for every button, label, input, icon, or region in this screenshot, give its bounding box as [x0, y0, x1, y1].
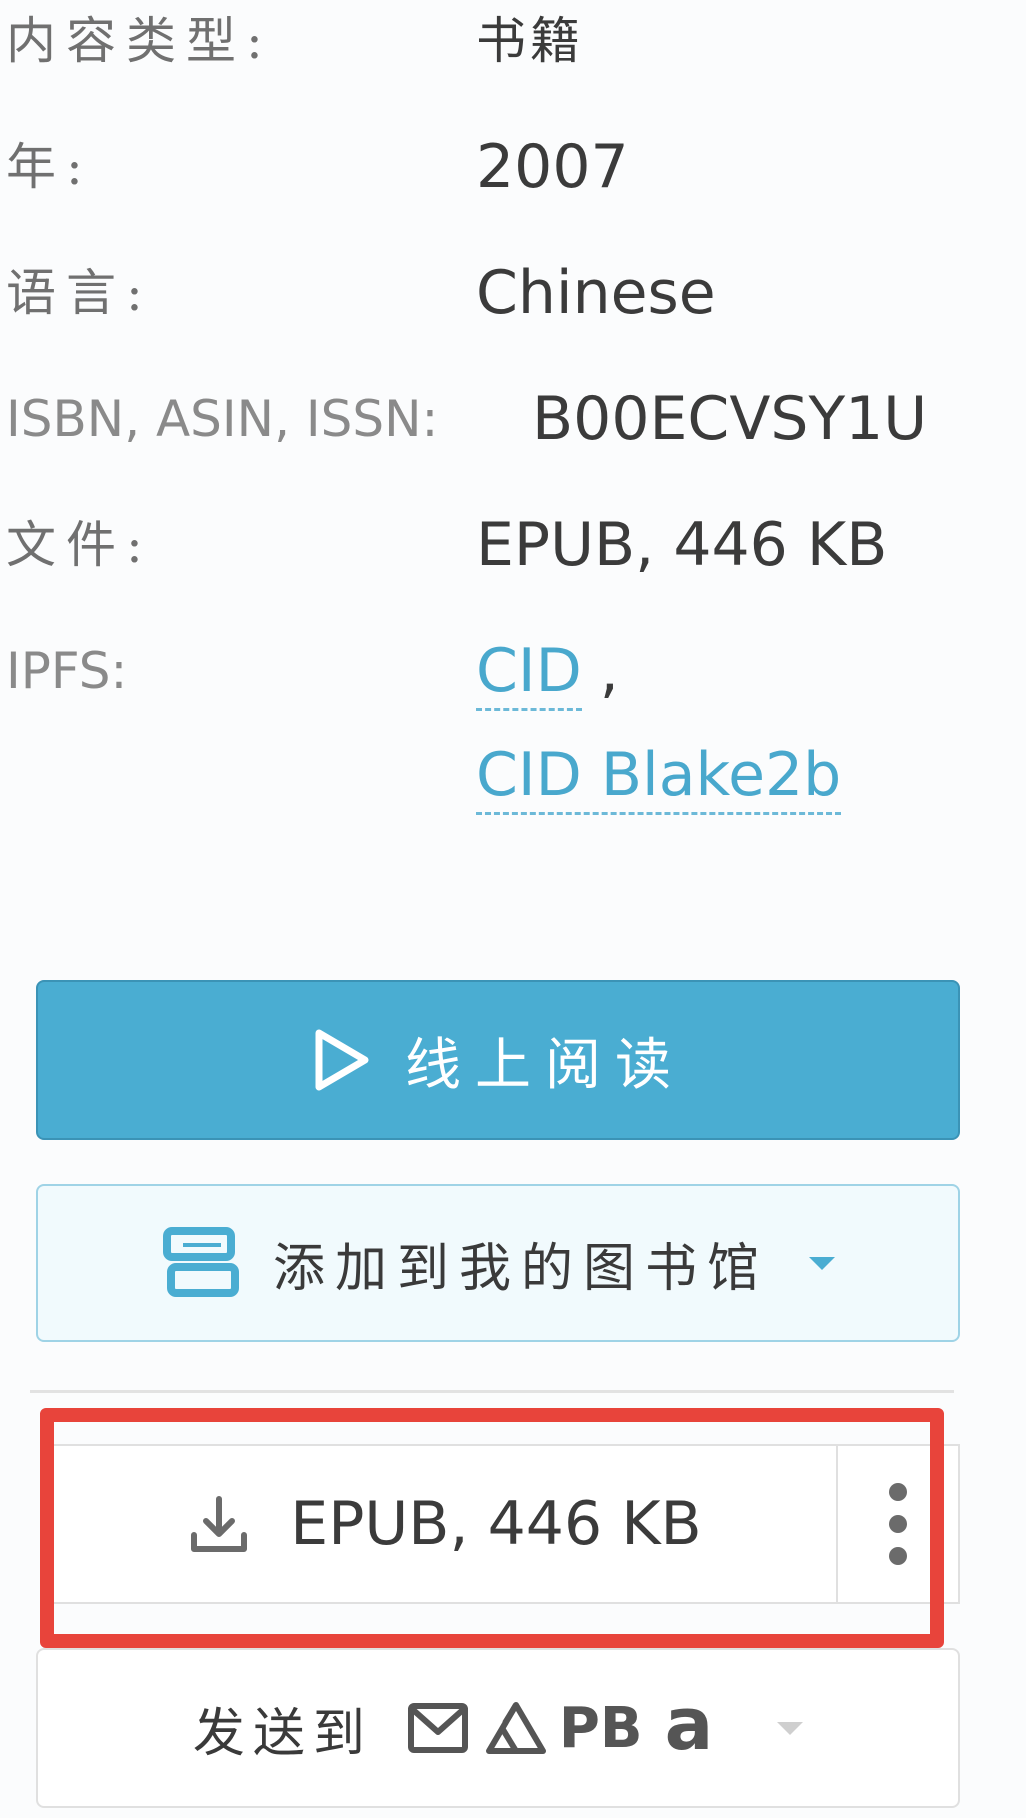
file-value: EPUB, 446 KB: [476, 510, 888, 580]
library-icon: [162, 1227, 239, 1297]
isbn-label: ISBN, ASIN, ISSN:: [6, 390, 439, 448]
more-vertical-icon: [889, 1469, 907, 1579]
ipfs-links: CID,: [476, 626, 619, 716]
play-icon: [315, 1029, 369, 1091]
detail-row-isbn: ISBN, ASIN, ISSN: B00ECVSY1U: [0, 374, 1026, 464]
ipfs-cid-blake2b-link[interactable]: CID Blake2b: [476, 740, 842, 815]
amazon-letter: a: [664, 1682, 714, 1766]
isbn-value: B00ECVSY1U: [532, 384, 928, 454]
pocketbook-icon: PB: [558, 1695, 643, 1761]
amazon-icon: a: [655, 1682, 714, 1770]
add-to-library-label: 添加到我的图书馆: [272, 1238, 769, 1299]
add-to-library-button[interactable]: 添加到我的图书馆: [36, 1184, 960, 1342]
read-online-button[interactable]: 线上阅读: [36, 980, 960, 1140]
detail-row-file: 文件: EPUB, 446 KB: [0, 500, 1026, 590]
language-value: Chinese: [476, 258, 716, 328]
mail-icon: [407, 1703, 468, 1753]
language-label: 语言:: [6, 264, 153, 322]
more-options-button[interactable]: [836, 1444, 960, 1604]
download-button[interactable]: EPUB, 446 KB: [52, 1444, 836, 1604]
ipfs-cid-link[interactable]: CID: [476, 636, 582, 711]
file-label: 文件:: [6, 516, 153, 574]
chevron-down-icon[interactable]: [777, 1721, 804, 1735]
content-type-value: 书籍: [476, 12, 584, 70]
ipfs-separator: ,: [599, 636, 619, 706]
year-value: 2007: [476, 132, 629, 202]
download-group: EPUB, 446 KB: [52, 1444, 960, 1604]
download-label: EPUB, 446 KB: [290, 1489, 702, 1559]
send-to-button[interactable]: 发送到 PB a: [36, 1648, 960, 1808]
send-to-label: 发送到: [192, 1703, 373, 1764]
content-type-label: 内容类型:: [6, 12, 273, 70]
detail-row-ipfs: IPFS: CID, CID Blake2b: [0, 626, 1026, 826]
download-icon: [191, 1496, 248, 1552]
divider: [30, 1390, 954, 1393]
ipfs-label: IPFS:: [6, 642, 128, 700]
detail-row-year: 年: 2007: [0, 122, 1026, 212]
detail-row-language: 语言: Chinese: [0, 248, 1026, 338]
google-drive-icon: [485, 1702, 546, 1754]
detail-row-content-type: 内容类型: 书籍: [0, 0, 1026, 86]
chevron-down-icon[interactable]: [809, 1256, 835, 1270]
year-label: 年:: [6, 138, 93, 196]
read-online-label: 线上阅读: [405, 1032, 685, 1098]
ipfs-links-line2: CID Blake2b: [476, 730, 842, 820]
